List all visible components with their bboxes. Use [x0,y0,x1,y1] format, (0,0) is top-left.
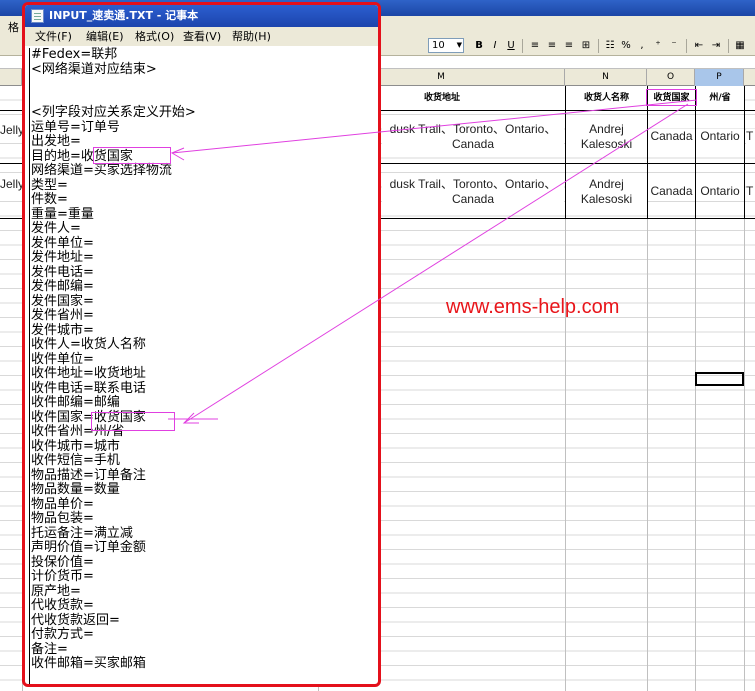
arrow-to-destination [171,99,698,154]
annotation-arrows [168,99,698,424]
arrowhead-destination [170,147,185,161]
arrow-to-recipient-country [183,103,689,424]
